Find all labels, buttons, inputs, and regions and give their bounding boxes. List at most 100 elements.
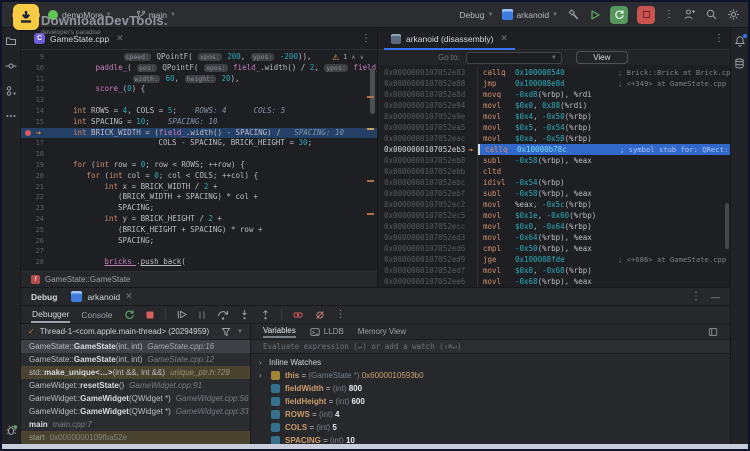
variable-row[interactable]: SPACING = (int) 10: [251, 434, 730, 444]
stack-frame[interactable]: GameWidget:: GameWidget (QWidget *) GameWid…: [21, 405, 250, 418]
more-tools-icon[interactable]: [5, 110, 17, 122]
add-user-icon[interactable]: [683, 8, 696, 21]
mute-breakpoints-icon[interactable]: [314, 309, 326, 321]
stack-frame[interactable]: main main.cpp:7: [21, 418, 250, 431]
disassembly-line[interactable]: 0x0000000107052e94 movl $0x0, 0x88(%rdi): [378, 100, 730, 111]
panel-options-icon[interactable]: ⋮: [691, 291, 701, 302]
code-line[interactable]: 23 SPACING;: [21, 203, 377, 214]
error-stripe-mark[interactable]: [367, 96, 374, 98]
code-line[interactable]: 25 (BRICK_HEIGHT + SPACING) * row +: [21, 225, 377, 236]
inline-watches-group[interactable]: › Inline Watches: [251, 356, 730, 369]
tab-console[interactable]: Console: [80, 308, 113, 322]
disassembly-line[interactable]: 0x0000000107052ebf subl -0x58(%rbp), %eax: [378, 188, 730, 199]
editor-scrollbar[interactable]: [370, 68, 375, 114]
filter-funnel-icon[interactable]: [221, 327, 231, 337]
close-icon[interactable]: ✕: [125, 291, 133, 302]
disassembly-line[interactable]: 0x0000000107052ee6 movl -0x68(%rbp), %eax: [378, 276, 730, 287]
stack-frame[interactable]: GameState:: GameState (int, int) GameState.…: [21, 340, 250, 353]
tab-arkanoid-disassembly[interactable]: arkanoid (disassembly) ✕: [384, 28, 515, 50]
step-into-icon[interactable]: [239, 309, 250, 320]
code-line[interactable]: 9 speed: QPointF( xpos: 200, ypos: -200))…: [21, 52, 377, 63]
variable-row[interactable]: ROWS = (int) 4: [251, 408, 730, 421]
goto-combobox[interactable]: ▼: [465, 51, 562, 64]
code-line[interactable]: 17 COLS - SPACING, BRICK_HEIGHT = 30;: [21, 138, 377, 149]
close-icon[interactable]: ✕: [116, 33, 124, 44]
stack-frame[interactable]: GameWidget:: resetState() GameWidget.cpp:9…: [21, 379, 250, 392]
tab-gamestate-cpp[interactable]: C GameState.cpp ✕: [27, 28, 131, 49]
code-line[interactable]: 27: [21, 246, 377, 257]
error-stripe-mark[interactable]: [367, 213, 374, 215]
build-hammer-icon[interactable]: [567, 8, 580, 21]
stack-frame[interactable]: GameState:: GameState (int, int) GameState.…: [21, 353, 250, 366]
tab-options-icon[interactable]: ⋮: [714, 33, 724, 44]
project-tool-icon[interactable]: [5, 35, 17, 47]
debug-mode-selector[interactable]: Debug ▼: [459, 10, 493, 20]
next-issue-icon[interactable]: ∨: [360, 54, 364, 61]
view-button[interactable]: View: [575, 51, 628, 64]
settings-gear-icon[interactable]: [727, 8, 740, 21]
more-actions-icon[interactable]: ⋮: [664, 9, 674, 20]
project-widget[interactable]: demoMore ▼: [62, 10, 112, 20]
code-line[interactable]: 18: [21, 149, 377, 160]
rerun-debug-button[interactable]: [610, 5, 628, 24]
rerun-icon[interactable]: [124, 309, 135, 320]
expander-icon[interactable]: ›: [259, 358, 269, 367]
branch-widget[interactable]: main ▼: [136, 10, 176, 20]
code-line[interactable]: 14 int ROWS = 4, COLS = 5; ROWS: 4 COLS: …: [21, 106, 377, 117]
notifications-bell-icon[interactable]: [734, 34, 747, 47]
structure-tool-icon[interactable]: [5, 85, 17, 97]
disassembly-line[interactable]: 0x0000000107052ed6 cmpl -0x50(%rbp), %eax: [378, 243, 730, 254]
breakpoint-icon[interactable]: [25, 129, 31, 136]
disassembly-line[interactable]: 0x0000000107052eac movl $0xa, -0x58(%rbp): [378, 133, 730, 144]
variable-row[interactable]: fieldHeight = (int) 600: [251, 395, 730, 408]
close-icon[interactable]: ✕: [500, 33, 508, 44]
code-line[interactable]: 12 score_(0) {: [21, 84, 377, 95]
view-breakpoints-icon[interactable]: [292, 309, 304, 321]
code-line[interactable]: 15 int SPACING = 10; SPACING: 10: [21, 117, 377, 128]
disassembly-line[interactable]: 0x0000000107052ea5 movl $0x5, -0x54(%rbp): [378, 122, 730, 133]
code-line[interactable]: 21 int x = BRICK_WIDTH / 2 +: [21, 182, 377, 193]
variable-row[interactable]: COLS = (int) 5: [251, 421, 730, 434]
disassembly-line[interactable]: 0x0000000107052ec2 movl %eax, -0x5c(%rbp): [378, 199, 730, 210]
tab-lldb[interactable]: LLDB: [310, 327, 344, 337]
stack-frame[interactable]: start 0x0000000109fba52e: [21, 431, 250, 444]
step-over-icon[interactable]: [217, 309, 229, 321]
disassembly-line[interactable]: 0x0000000107052ebb cltd: [378, 166, 730, 177]
error-stripe-mark[interactable]: [367, 180, 374, 182]
code-line[interactable]: 13: [21, 95, 377, 106]
code-line[interactable]: 10 paddle_( pos: QPointF( xpos: field_.wi…: [21, 63, 377, 74]
code-line[interactable]: 22 (BRICK_WIDTH + SPACING) * col +: [21, 192, 377, 203]
pause-icon[interactable]: [197, 310, 207, 320]
search-icon[interactable]: [705, 8, 718, 21]
tab-memory-view[interactable]: Memory View: [358, 327, 406, 336]
tab-options-icon[interactable]: ⋮: [361, 33, 371, 44]
zoom-window-button[interactable]: [48, 9, 58, 20]
commit-tool-icon[interactable]: [5, 60, 17, 72]
disassembly-line[interactable]: 0x0000000107052eb3 → callq 0x10000b78c; sym…: [378, 144, 730, 155]
code-line[interactable]: → int BRICK_WIDTH = (field_.width() - SPA…: [21, 127, 377, 139]
code-line[interactable]: 20 for (int col = 0; col < COLS; ++col) {: [21, 171, 377, 182]
code-editor[interactable]: 9 speed: QPointF( xpos: 200, ypos: -200))…: [21, 50, 377, 271]
inspections-widget[interactable]: ⚠ 1 ∧ ∨: [332, 53, 364, 62]
disassembly-line[interactable]: 0x0000000107052ebc idivl -0x54(%rbp): [378, 177, 730, 188]
error-stripe-mark[interactable]: [367, 128, 374, 130]
disassembly-line[interactable]: 0x0000000107052e8d movq -0xd8(%rbp), %rdi: [378, 89, 730, 100]
stack-frame[interactable]: std:: make_unique<…> (int &&, int &&) uniqu…: [21, 366, 250, 379]
debug-session-tab[interactable]: arkanoid ✕: [71, 291, 133, 302]
database-icon[interactable]: [734, 58, 745, 69]
disassembly-line[interactable]: 0x0000000107052edf movl $0x0, -0x68(%rbp): [378, 265, 730, 276]
tab-debugger[interactable]: Debugger: [31, 307, 71, 323]
breadcrumb[interactable]: f GameState::GameState: [21, 271, 377, 287]
evaluate-expression-input[interactable]: Evaluate expression (↵) or add a watch (…: [251, 340, 730, 354]
debug-tool-icon[interactable]: [5, 424, 18, 437]
disassembly-line[interactable]: 0x0000000107052eb8 subl -0x58(%rbp), %eax: [378, 155, 730, 166]
code-line[interactable]: 11 width: 60, height: 20),: [21, 74, 377, 85]
variable-row[interactable]: fieldWidth = (int) 800: [251, 382, 730, 395]
code-line[interactable]: 28 bricks_.push_back(: [21, 257, 377, 268]
toolbar-more-icon[interactable]: ⋮: [336, 309, 346, 320]
hide-panel-icon[interactable]: —: [711, 292, 720, 302]
disassembly-line[interactable]: 0x0000000107052ec5 movl $0x1e, -0x60(%rbp): [378, 210, 730, 221]
disassembly-listing[interactable]: 0x0000000107052e83 callq 0x100008540; Bric…: [378, 65, 730, 287]
variable-row[interactable]: › this = (GameState *) 0x6000010593b0: [251, 369, 730, 382]
stop-button[interactable]: [637, 5, 655, 24]
